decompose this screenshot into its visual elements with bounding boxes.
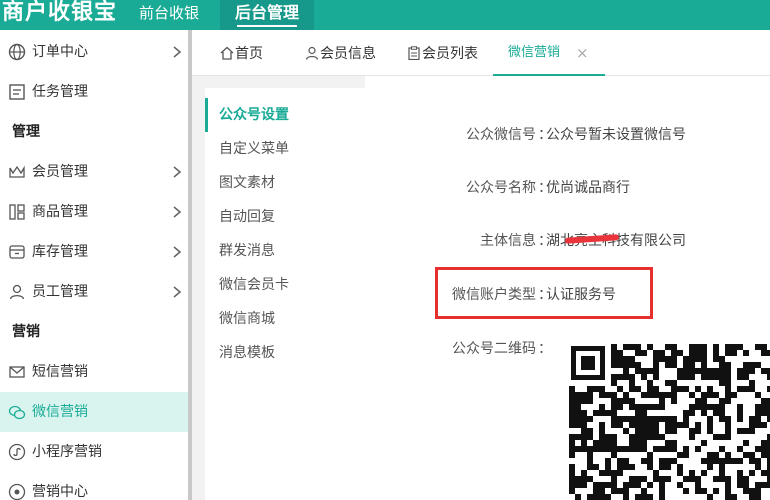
sidebar: 订单中心 任务管理 管理 会员管理 商品管理 库存管理 员工管理 营销 短信营销… [0,30,190,500]
app-logo: 商户收银宝 [2,0,118,25]
sidebar-item-wechat-marketing[interactable]: 微信营销 [0,392,188,432]
detail-label: 公众号名称 [466,180,536,196]
topnav-backend-label: 后台管理 [234,3,299,22]
detail-label: 公众微信号 [466,127,536,143]
mini-program-icon [8,443,26,461]
detail-value: 公众号暂未设置微信号 [546,127,686,143]
submenu-item-media-library[interactable]: 图文素材 [219,174,275,192]
task-list-icon [9,84,25,100]
chevron-right-icon [173,246,182,258]
chevron-right-icon [173,166,182,178]
submenu-item-auto-reply[interactable]: 自动回复 [219,208,275,226]
sidebar-item-members[interactable]: 会员管理 [0,152,188,192]
topnav-active-underline [237,25,297,27]
wechat-submenu: 公众号设置 自定义菜单 图文素材 自动回复 群发消息 微信会员卡 微信商城 消息… [205,88,365,500]
sidebar-item-mini-program[interactable]: 小程序营销 [0,432,188,472]
detail-label: 公众号二维码 [452,341,536,357]
tab-label: 会员列表 [422,46,478,62]
tab-label: 首页 [235,46,263,62]
sidebar-item-label: 小程序营销 [32,444,102,460]
topnav-front-cashier[interactable]: 前台收银 [118,0,220,30]
submenu-item-message-templates[interactable]: 消息模板 [219,344,275,362]
wechat-icon [8,405,26,420]
tab-member-info[interactable]: 会员信息 [304,30,394,76]
tab-home[interactable]: 首页 [218,30,298,76]
inventory-box-icon [9,245,25,259]
sidebar-item-label: 微信营销 [32,404,88,420]
chevron-right-icon [173,46,182,58]
official-account-qr-code [569,344,770,500]
sidebar-item-inventory[interactable]: 库存管理 [0,232,188,272]
topnav-backend-management[interactable]: 后台管理 [220,0,314,30]
sidebar-item-tasks[interactable]: 任务管理 [0,72,188,112]
sidebar-item-orders[interactable]: 订单中心 [0,32,188,72]
chevron-right-icon [173,286,182,298]
home-icon [220,46,234,60]
submenu-item-broadcast[interactable]: 群发消息 [219,242,275,260]
detail-label: 主体信息 [480,233,536,249]
detail-value: 优尚诚品商行 [546,180,630,196]
chevron-right-icon [173,206,182,218]
sidebar-item-sms-marketing[interactable]: 短信营销 [0,352,188,392]
tab-label: 会员信息 [320,46,376,62]
sidebar-item-label: 订单中心 [32,44,88,60]
sidebar-section-marketing: 营销 [12,324,40,340]
submenu-active-indicator [205,98,208,132]
sidebar-item-staff[interactable]: 员工管理 [0,272,188,312]
crown-icon [9,165,25,178]
submenu-item-member-card[interactable]: 微信会员卡 [219,276,289,294]
submenu-item-official-account-settings[interactable]: 公众号设置 [219,106,289,124]
marketing-icon [8,483,26,500]
globe-icon [8,43,26,61]
user-icon [9,284,25,300]
qr-code-image [569,344,770,500]
tab-label: 微信营销 [508,45,561,60]
sidebar-item-label: 商品管理 [32,204,88,220]
sidebar-item-label: 库存管理 [32,244,88,260]
sidebar-item-label: 营销中心 [32,484,88,500]
tab-member-list[interactable]: 会员列表 [407,30,499,76]
close-icon[interactable]: × [576,44,589,62]
highlight-annotation-box [435,267,653,319]
clipboard-icon [408,46,420,60]
sidebar-section-manage: 管理 [12,124,40,140]
submenu-item-wechat-mall[interactable]: 微信商城 [219,310,275,328]
sidebar-item-label: 会员管理 [32,164,88,180]
sidebar-item-marketing-center[interactable]: 营销中心 [0,472,188,500]
top-bar: 商户收银宝 前台收银 后台管理 [0,0,770,30]
sidebar-item-label: 任务管理 [32,84,88,100]
submenu-item-custom-menu[interactable]: 自定义菜单 [219,140,289,158]
grid-icon [9,204,25,220]
user-icon [305,46,319,60]
tab-bar: 首页 会员信息 会员列表 微信营销 × [192,30,770,76]
sidebar-item-label: 短信营销 [32,364,88,380]
tab-wechat-marketing[interactable]: 微信营销 × [493,30,605,76]
envelope-icon [9,366,25,378]
sidebar-item-products[interactable]: 商品管理 [0,192,188,232]
detail-separator: ： [538,341,552,357]
sidebar-item-label: 员工管理 [32,284,88,300]
